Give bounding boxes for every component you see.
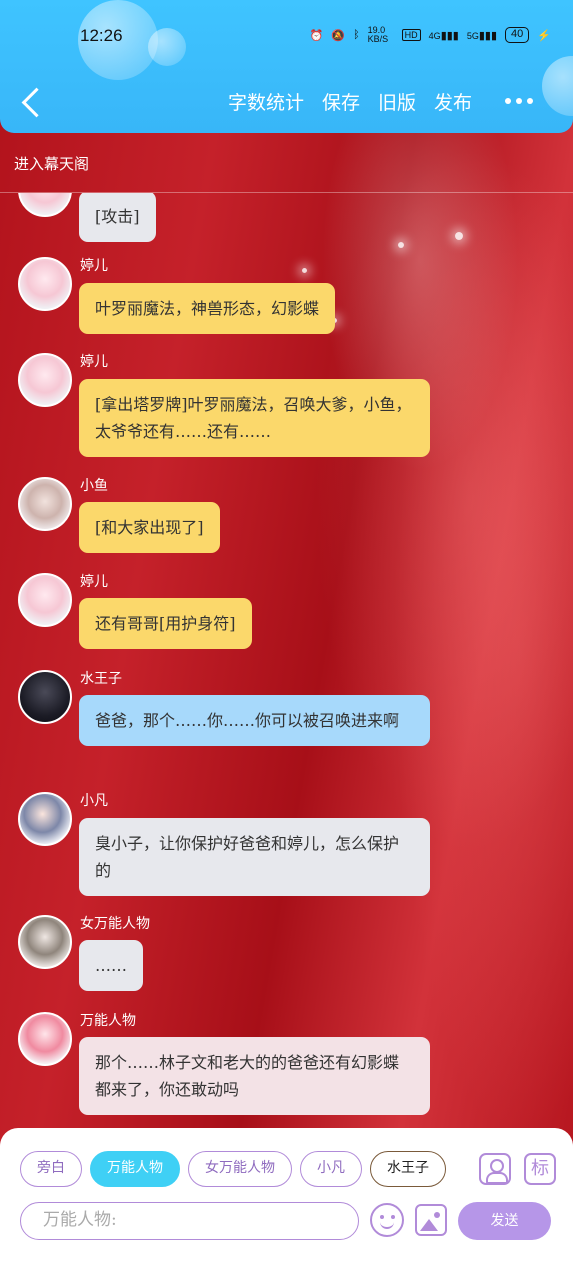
sender-name: 小鱼 [80, 478, 108, 494]
top-actions: 字数统计 保存 旧版 发布 [228, 88, 472, 115]
emoji-icon[interactable] [370, 1203, 404, 1237]
message-bubble[interactable]: 爸爸，那个……你……你可以被召唤进来啊 [79, 695, 430, 746]
avatar[interactable] [18, 257, 72, 311]
enter-bar-label: 进入幕天阁 [14, 155, 90, 173]
message-bubble[interactable]: [和大家出现了] [79, 502, 220, 553]
signal-4g: 4G▮▮▮ [428, 29, 459, 42]
composer-panel: 旁白 万能人物 女万能人物 小凡 水王子 标 万能人物: 发送 [0, 1128, 573, 1280]
sender-name: 婷儿 [80, 258, 108, 274]
signal-5g: 5G▮▮▮ [466, 29, 498, 42]
message-bubble[interactable]: 臭小子，让你保护好爸爸和婷儿，怎么保护的 [79, 818, 430, 896]
avatar[interactable] [18, 193, 72, 217]
hd-badge: HD [401, 29, 421, 41]
status-icons: ⏰ 🔕 ᛒ 19.0 KB/S HD 4G▮▮▮ 5G▮▮▮ 40 ⚡ [310, 26, 551, 44]
net-speed: 19.0 KB/S [367, 25, 389, 44]
publish-button[interactable]: 发布 [434, 88, 472, 115]
person-icon[interactable] [479, 1153, 511, 1185]
save-button[interactable]: 保存 [322, 88, 360, 115]
sender-name: 婷儿 [80, 574, 108, 590]
role-chip-narrator[interactable]: 旁白 [20, 1151, 82, 1187]
avatar[interactable] [18, 477, 72, 531]
avatar[interactable] [18, 915, 72, 969]
role-selector[interactable]: 旁白 万能人物 女万能人物 小凡 水王子 [20, 1151, 462, 1189]
sender-name: 万能人物 [80, 1013, 136, 1029]
bluetooth-icon: ᛒ [353, 29, 360, 41]
role-chip-universal[interactable]: 万能人物 [90, 1151, 180, 1187]
sender-name: 水王子 [80, 671, 122, 687]
message-bubble[interactable]: 叶罗丽魔法，神兽形态，幻影蝶 [79, 283, 336, 334]
image-icon[interactable] [415, 1204, 447, 1236]
message-bubble[interactable]: 还有哥哥[用护身符] [79, 598, 252, 649]
role-chip-xiaofan[interactable]: 小凡 [300, 1151, 362, 1187]
avatar[interactable] [18, 573, 72, 627]
alarm-icon: ⏰ [309, 29, 324, 42]
avatar[interactable] [18, 353, 72, 407]
message-bubble[interactable]: [攻击] [79, 193, 156, 242]
avatar[interactable] [18, 670, 72, 724]
charging-icon: ⚡ [537, 29, 551, 42]
enter-bar[interactable]: 进入幕天阁 [0, 143, 573, 193]
top-bar: 12:26 ⏰ 🔕 ᛒ 19.0 KB/S HD 4G▮▮▮ 5G▮▮▮ 40 … [0, 0, 573, 133]
message-bubble[interactable]: [拿出塔罗牌]叶罗丽魔法，召唤大爹，小鱼，太爷爷还有……还有…… [79, 379, 430, 457]
back-button[interactable] [18, 86, 48, 120]
sender-name: 女万能人物 [80, 916, 150, 932]
sender-name: 婷儿 [80, 354, 108, 370]
role-chip-water-prince[interactable]: 水王子 [370, 1151, 446, 1187]
battery-icon: 40 [505, 27, 530, 43]
message-bubble[interactable]: …… [79, 940, 143, 991]
chat-list[interactable]: [攻击] 婷儿 叶罗丽魔法，神兽形态，幻影蝶 婷儿 [拿出塔罗牌]叶罗丽魔法，召… [0, 193, 573, 1128]
tag-button[interactable]: 标 [524, 1153, 556, 1185]
role-chip-female-universal[interactable]: 女万能人物 [188, 1151, 292, 1187]
more-button[interactable] [505, 98, 533, 104]
old-version-button[interactable]: 旧版 [378, 88, 416, 115]
avatar[interactable] [18, 1012, 72, 1066]
sender-name: 小凡 [80, 793, 108, 809]
avatar[interactable] [18, 792, 72, 846]
send-button[interactable]: 发送 [458, 1202, 551, 1240]
message-input[interactable]: 万能人物: [20, 1202, 359, 1240]
status-time: 12:26 [80, 26, 123, 45]
decor-bubble [542, 56, 573, 116]
word-count-button[interactable]: 字数统计 [228, 88, 304, 115]
decor-bubble [148, 28, 186, 66]
message-bubble[interactable]: 那个……林子文和老大的的爸爸还有幻影蝶都来了，你还敢动吗 [79, 1037, 430, 1115]
mute-icon: 🔕 [331, 29, 346, 42]
